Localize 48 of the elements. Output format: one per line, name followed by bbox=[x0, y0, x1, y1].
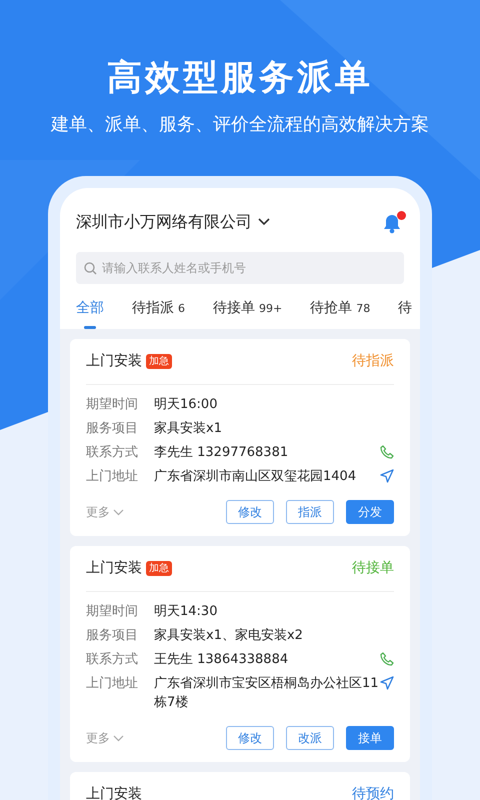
field-value: 李先生 13297768381 bbox=[154, 444, 290, 462]
tab[interactable]: 待接单 99+ bbox=[213, 298, 282, 329]
action-button[interactable]: 指派 bbox=[286, 500, 334, 524]
order-status: 待指派 bbox=[352, 352, 394, 371]
field-label: 联系方式 bbox=[86, 651, 139, 669]
field-value: 家具安装x1 bbox=[154, 420, 223, 438]
field-label: 期望时间 bbox=[86, 396, 139, 414]
field-value: 广东省深圳市宝安区梧桐岛办公社区11栋7楼 bbox=[154, 675, 380, 712]
phone-icon[interactable] bbox=[380, 445, 394, 459]
field-label: 上门地址 bbox=[86, 675, 139, 693]
navigation-arrow-icon[interactable] bbox=[380, 676, 394, 690]
tab[interactable]: 待指派 6 bbox=[132, 298, 185, 329]
field-value: 王先生 13864338884 bbox=[154, 651, 290, 669]
more-link[interactable]: 更多 bbox=[86, 729, 110, 747]
bell-icon[interactable] bbox=[382, 211, 404, 233]
order-status: 待接单 bbox=[352, 559, 394, 578]
headline: 高效型服务派单 bbox=[107, 57, 373, 100]
tab[interactable]: 全部 bbox=[76, 298, 104, 329]
action-button[interactable]: 修改 bbox=[226, 726, 274, 750]
urgent-badge: 加急 bbox=[146, 354, 172, 369]
search-field[interactable]: 请输入联系人姓名或手机号 bbox=[76, 252, 404, 284]
order-title: 上门安装 bbox=[86, 352, 142, 371]
field-label: 服务项目 bbox=[86, 627, 139, 645]
navigation-arrow-icon[interactable] bbox=[380, 469, 394, 483]
order-title: 上门安装 bbox=[86, 559, 142, 578]
field-value: 明天16:00 bbox=[154, 396, 218, 414]
tab[interactable]: 待抢单 78 bbox=[310, 298, 370, 329]
action-button[interactable]: 改派 bbox=[286, 726, 334, 750]
action-button[interactable]: 分发 bbox=[346, 500, 394, 524]
field-value: 家具安装x1、家电安装x2 bbox=[154, 627, 304, 645]
urgent-badge: 加急 bbox=[146, 561, 172, 576]
order-status: 待预约 bbox=[352, 785, 394, 800]
field-label: 联系方式 bbox=[86, 444, 139, 462]
phone-icon[interactable] bbox=[380, 652, 394, 666]
search-icon bbox=[84, 262, 97, 275]
field-value: 明天14:30 bbox=[154, 603, 218, 621]
more-link[interactable]: 更多 bbox=[86, 503, 110, 521]
subtitle: 建单、派单、服务、评价全流程的高效解决方案 bbox=[51, 113, 429, 137]
order-title: 上门安装 bbox=[86, 785, 142, 800]
tab[interactable]: 待 bbox=[398, 298, 412, 329]
field-label: 上门地址 bbox=[86, 468, 139, 486]
field-label: 期望时间 bbox=[86, 603, 139, 621]
company-name: 深圳市小万网络有限公司 bbox=[76, 211, 252, 233]
action-button[interactable]: 接单 bbox=[346, 726, 394, 750]
action-button[interactable]: 修改 bbox=[226, 500, 274, 524]
field-label: 服务项目 bbox=[86, 420, 139, 438]
chevron-down-icon[interactable] bbox=[258, 218, 270, 226]
field-value: 广东省深圳市南山区双玺花园1404 bbox=[154, 468, 358, 486]
